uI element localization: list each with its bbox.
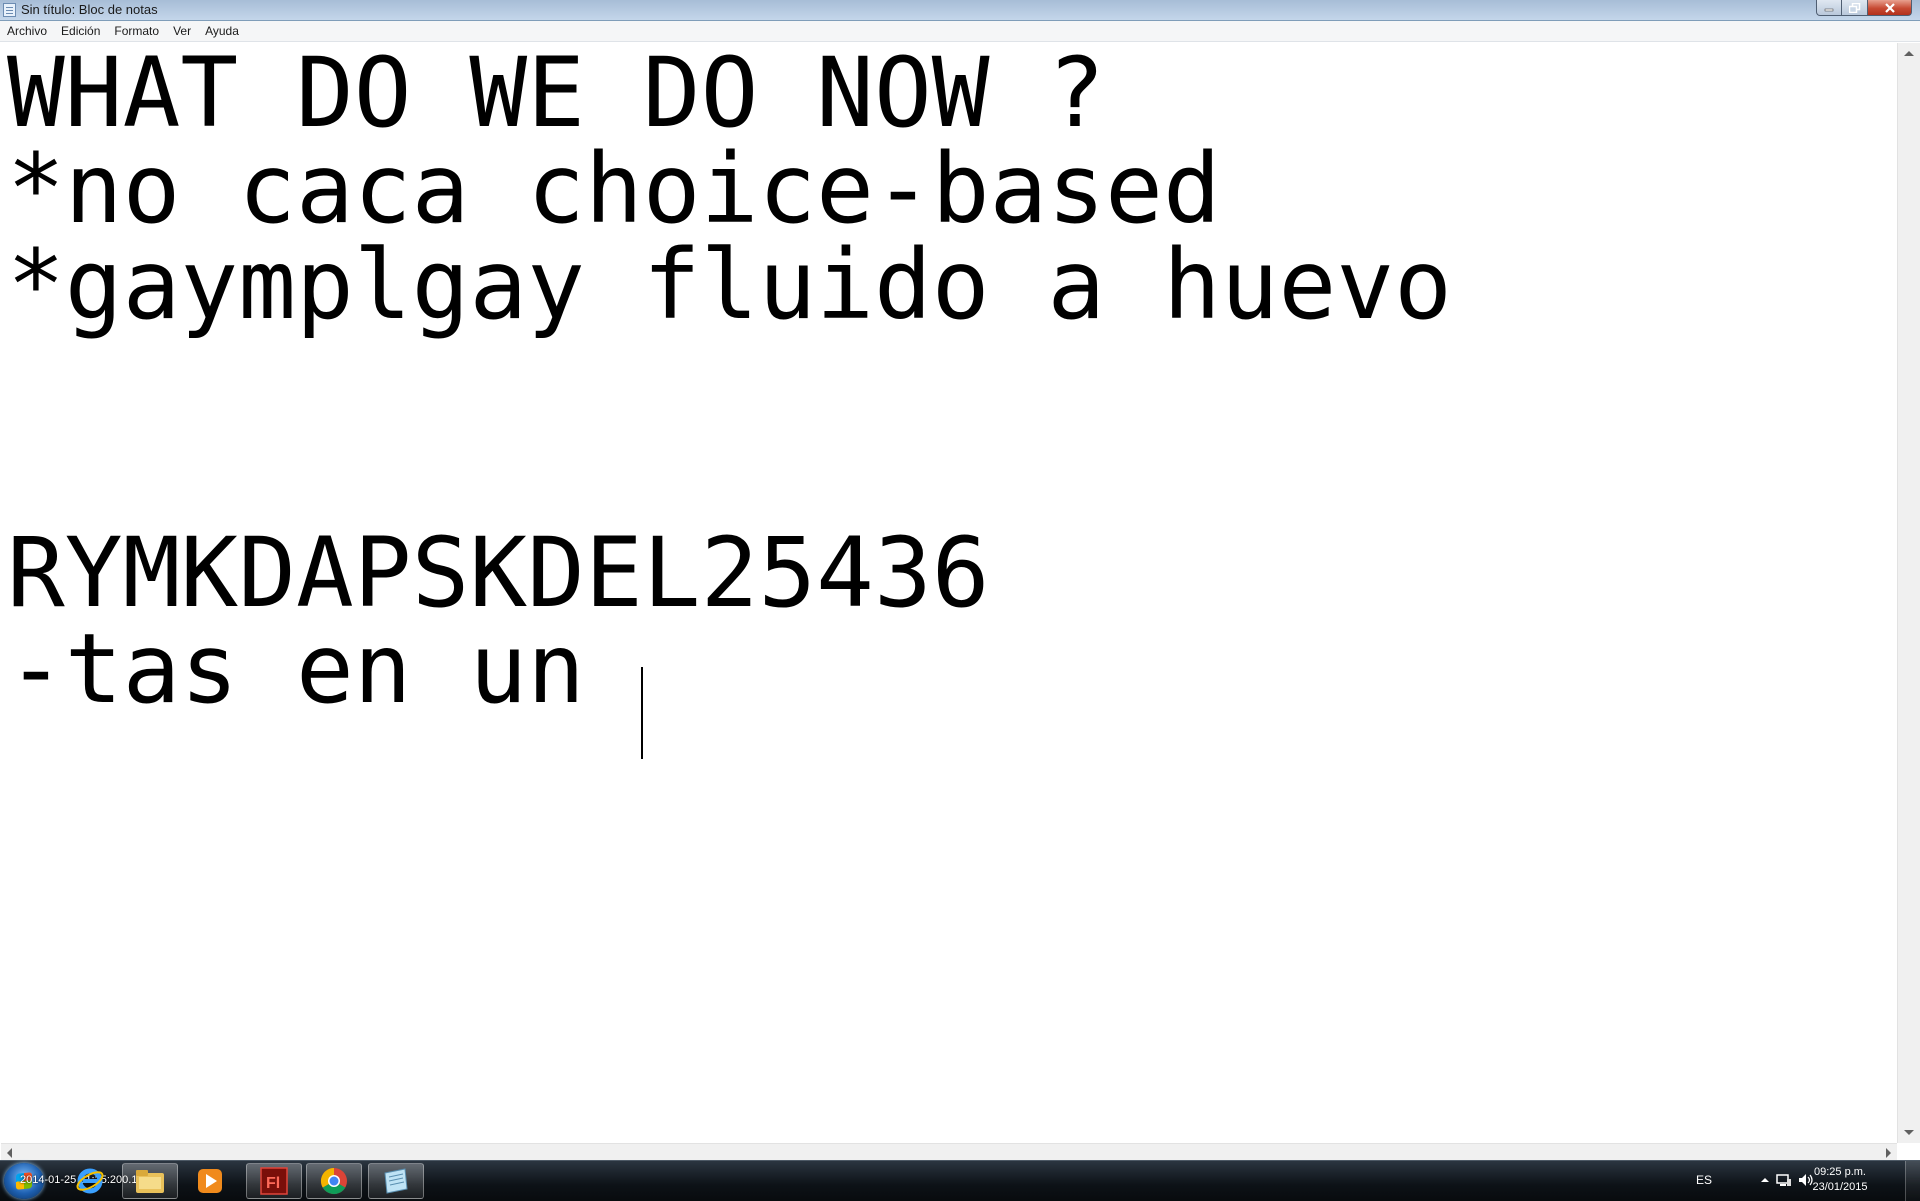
system-tray: ES 09:25 p.m. 23/01/2015 — [1690, 1161, 1920, 1201]
horizontal-scrollbar[interactable] — [1, 1143, 1897, 1160]
taskbar-chrome[interactable] — [306, 1163, 362, 1199]
chrome-icon — [320, 1167, 347, 1195]
taskbar-internet-explorer[interactable] — [62, 1163, 118, 1199]
folder-icon — [136, 1170, 164, 1193]
internet-explorer-icon — [76, 1168, 104, 1194]
text-line-7: -tas en un — [7, 613, 643, 725]
menu-ayuda[interactable]: Ayuda — [198, 21, 246, 41]
notepad-icon — [384, 1168, 408, 1194]
taskbar-flash[interactable]: Fl — [246, 1163, 302, 1199]
notepad-icon — [3, 3, 16, 17]
menu-archivo[interactable]: Archivo — [0, 21, 54, 41]
minimize-icon — [1824, 8, 1834, 11]
menu-edicion[interactable]: Edición — [54, 21, 107, 41]
window-title: Sin título: Bloc de notas — [21, 2, 158, 17]
flash-icon: Fl — [260, 1167, 288, 1195]
close-button[interactable] — [1868, 0, 1912, 16]
taskbar-notepad[interactable] — [368, 1163, 424, 1199]
close-icon — [1884, 2, 1895, 13]
media-player-icon — [198, 1169, 222, 1193]
scroll-right-icon[interactable] — [1886, 1148, 1891, 1158]
menu-ver[interactable]: Ver — [166, 21, 198, 41]
text-editor[interactable]: WHAT DO WE DO NOW ? *no caca choice-base… — [1, 43, 1897, 1143]
menu-formato[interactable]: Formato — [107, 21, 166, 41]
network-icon[interactable] — [1776, 1173, 1792, 1187]
minimize-button[interactable] — [1816, 0, 1842, 16]
vertical-scrollbar[interactable] — [1897, 43, 1920, 1143]
scroll-up-icon[interactable] — [1904, 51, 1914, 56]
clock-time: 09:25 p.m. — [1814, 1166, 1866, 1178]
clock-date: 23/01/2015 — [1812, 1181, 1868, 1193]
text-line-2: *no caca choice-based — [7, 133, 1221, 245]
text-caret — [641, 667, 643, 759]
show-desktop-button[interactable] — [1905, 1161, 1920, 1201]
taskbar-media-player[interactable] — [182, 1163, 238, 1199]
taskbar: 2014-01-25 21:25:200.14 Fl ES 09:25 p.m.… — [0, 1160, 1920, 1201]
text-line-6: RYMKDAPSKDEL25436 — [7, 517, 990, 629]
scroll-down-icon[interactable] — [1904, 1130, 1914, 1135]
title-bar[interactable]: Sin título: Bloc de notas — [0, 0, 1920, 21]
clock[interactable]: 09:25 p.m. 23/01/2015 — [1800, 1165, 1880, 1195]
scroll-left-icon[interactable] — [7, 1148, 12, 1158]
taskbar-explorer[interactable] — [122, 1163, 178, 1199]
menu-bar: Archivo Edición Formato Ver Ayuda — [0, 21, 1920, 42]
restore-icon — [1848, 2, 1860, 13]
window-controls — [1816, 0, 1912, 17]
restore-button[interactable] — [1842, 0, 1868, 16]
text-line-1: WHAT DO WE DO NOW ? — [7, 43, 1106, 149]
language-indicator[interactable]: ES — [1696, 1173, 1712, 1187]
show-hidden-icons-icon[interactable] — [1760, 1173, 1770, 1187]
text-line-3: *gaymplgay fluido a huevo — [7, 229, 1452, 341]
svg-text:Fl: Fl — [266, 1175, 280, 1192]
